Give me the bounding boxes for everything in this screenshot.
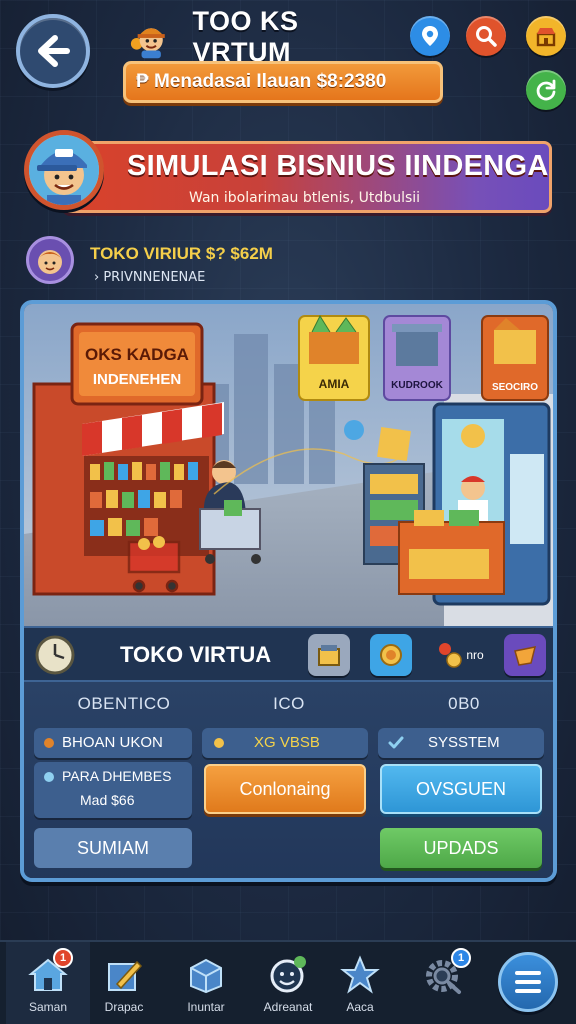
nav-item-settings[interactable]: 1 <box>402 942 486 1024</box>
option-card-2-label: PARA DHEMBES <box>62 768 172 784</box>
nav-label-ranks: Aaca <box>346 1000 374 1014</box>
location-button[interactable] <box>410 16 450 56</box>
option-card-2[interactable]: PARA DHEMBES Mad $66 <box>34 762 192 818</box>
summary-button[interactable]: SUMIAM <box>34 828 192 868</box>
nav-item-ranks[interactable]: Aaca <box>318 942 402 1024</box>
status-dot-yellow <box>214 738 224 748</box>
shopkeeper-face-icon <box>29 135 99 205</box>
nav-label-design: Drapac <box>104 1000 144 1014</box>
update-button[interactable]: UPDADS <box>380 828 542 868</box>
control-panel: OBENTICO ICO 0B0 BHOAN UKON PARA DHEMBES… <box>24 682 553 878</box>
back-button[interactable] <box>16 14 90 88</box>
gems-button[interactable]: nro <box>432 634 488 676</box>
smile-icon <box>270 956 306 993</box>
shop-icon <box>536 28 556 47</box>
pencil-icon <box>108 960 143 991</box>
simulation-banner: SIMULASI BISNIUS IINDENGA Wan ibolarimau… <box>62 141 552 213</box>
continue-button[interactable]: Conlonaing <box>204 764 366 814</box>
store-info-row: TOKO VIRTUA nro <box>24 626 553 682</box>
option-card-1[interactable]: BHOAN UKON <box>34 728 192 758</box>
banner-subtitle: Wan ibolarimau btlenis, Utdbulsii <box>189 190 421 206</box>
option-card-2-value: Mad $66 <box>80 792 135 808</box>
stock-button[interactable] <box>308 634 350 676</box>
arrow-left-icon <box>38 35 70 67</box>
store-scene[interactable]: OKS KADGA INDENEHEN AMIA KUDROOK SEOCIRO <box>24 304 553 626</box>
status-dot-blue <box>44 772 54 782</box>
option-card-1-label: BHOAN UKON <box>62 734 163 751</box>
nav-label-home: Saman <box>28 1000 68 1014</box>
bottom-navigation: 1 Saman Drapac Inuntar Adreanat Aaca 1 <box>0 940 576 1024</box>
refresh-button[interactable] <box>526 70 566 110</box>
coins-button[interactable] <box>370 634 412 676</box>
nav-label-inventory: Inuntar <box>187 1000 225 1014</box>
rewards-button[interactable] <box>504 634 546 676</box>
home-badge: 1 <box>53 948 73 968</box>
product-card-1-label: AMIA <box>319 377 350 391</box>
column-header-1: OBENTICO <box>77 694 171 713</box>
store-panel: OKS KADGA INDENEHEN AMIA KUDROOK SEOCIRO… <box>20 300 557 882</box>
location-pin-icon <box>422 26 438 46</box>
product-card-3[interactable]: SEOCIRO <box>481 315 549 401</box>
shop-info-secondary: › PRIVNNENENAE <box>94 270 206 285</box>
customer-face-icon <box>38 250 62 274</box>
nav-item-inventory[interactable]: Inuntar <box>164 942 248 1024</box>
app-title: TOO KS VRTUM <box>192 6 299 67</box>
gems-label: nro <box>466 648 484 662</box>
shop-info: TOKO VIRIUR $? $62M › PRIVNNENENAE <box>90 244 273 285</box>
overview-button[interactable]: OVSGUEN <box>380 764 542 814</box>
product-card-2-label: KUDROOK <box>391 380 443 391</box>
stall-sign-line2: INDENEHEN <box>93 371 181 388</box>
nav-item-home[interactable]: 1 Saman <box>6 942 90 1024</box>
coin-stack-icon <box>439 643 463 668</box>
coin-token-icon <box>344 420 364 440</box>
shop-info-primary: TOKO VIRIUR $? $62M <box>90 244 273 263</box>
hamburger-menu-icon <box>515 971 541 993</box>
shop-button[interactable] <box>526 16 566 56</box>
option-card-4-label: SYSSTEM <box>428 734 500 751</box>
column-header-2: ICO <box>273 694 305 713</box>
option-card-4[interactable]: SYSSTEM <box>378 728 544 758</box>
nav-item-design[interactable]: Drapac <box>82 942 166 1024</box>
checkmark-icon <box>388 736 404 749</box>
product-card-1[interactable]: AMIA <box>298 314 370 401</box>
stall-sign-line1: OKS KADGA <box>85 345 189 364</box>
coin-icon <box>380 644 402 666</box>
option-card-3[interactable]: XG VBSB <box>202 728 368 758</box>
app-title-group: TOO KS VRTUM <box>128 6 398 67</box>
clock-icon[interactable] <box>34 634 76 676</box>
search-icon <box>476 26 497 47</box>
settings-badge: 1 <box>451 948 471 968</box>
status-dot-orange <box>44 738 54 748</box>
player-avatar[interactable] <box>24 130 104 210</box>
option-card-3-label: XG VBSB <box>254 734 320 751</box>
nav-label-achievements: Adreanat <box>263 1000 313 1014</box>
star-icon <box>340 955 380 994</box>
store-name: TOKO VIRTUA <box>120 642 272 667</box>
box-icon <box>190 958 222 994</box>
column-header-3: 0B0 <box>448 694 480 713</box>
customer-avatar[interactable] <box>26 236 74 284</box>
search-button[interactable] <box>466 16 506 56</box>
crate-icon <box>318 645 340 666</box>
money-balance: ₱ Menadasai Ilauan $8:2380 <box>123 61 443 103</box>
product-card-3-label: SEOCIRO <box>492 382 538 393</box>
menu-button[interactable] <box>498 952 558 1012</box>
refresh-icon <box>536 79 556 101</box>
product-card-2[interactable]: KUDROOK <box>383 315 451 401</box>
mascot-avatar-icon <box>130 28 165 59</box>
gift-icon <box>514 646 537 666</box>
banner-title: SIMULASI BISNIUS IINDENGA <box>127 150 549 182</box>
